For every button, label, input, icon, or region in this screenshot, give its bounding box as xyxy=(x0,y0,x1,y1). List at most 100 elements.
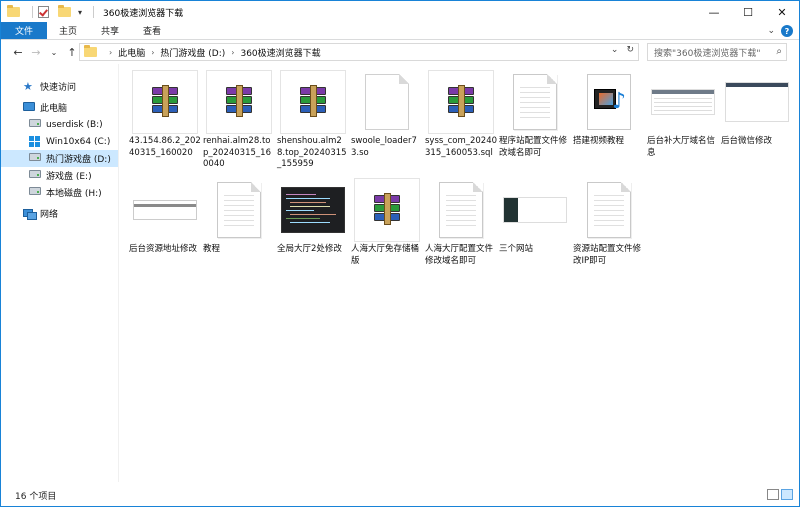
text-document-icon xyxy=(502,70,568,134)
file-name: shenshou.alm28.top_20240315_155959 xyxy=(277,136,347,169)
ribbon-tabs: 文件 主页 共享 查看 ⌄ ? xyxy=(1,22,799,40)
file-item[interactable]: 43.154.86.2_20240315_160020 xyxy=(129,70,201,170)
file-name: 后台补大厅域名信息 xyxy=(647,136,716,158)
expand-ribbon-icon[interactable]: ⌄ xyxy=(767,26,775,36)
file-name: 三个网站 xyxy=(499,244,534,254)
properties-icon[interactable] xyxy=(38,5,52,19)
file-name: 人海大厅免存储桶版 xyxy=(351,244,420,266)
sidebar-item-drive-e[interactable]: 游戏盘 (E:) xyxy=(1,167,118,184)
breadcrumb-this-pc[interactable]: 此电脑 xyxy=(118,46,145,59)
file-item[interactable]: swoole_loader73.so xyxy=(351,70,423,170)
file-item[interactable]: ♪ 搭建视频教程 xyxy=(573,70,645,170)
item-count: 16 个项目 xyxy=(15,492,57,502)
pc-icon xyxy=(23,102,35,111)
text-document-icon xyxy=(206,178,272,242)
screenshot-thumbnail xyxy=(724,70,790,134)
large-icons-view-button[interactable] xyxy=(781,489,793,500)
drive-icon xyxy=(29,119,41,127)
file-item[interactable]: 人海大厅免存储桶版 xyxy=(351,178,423,278)
search-placeholder: 搜索"360极速浏览器下载" xyxy=(654,48,761,59)
navigation-pane: ★ 快速访问 此电脑 userdisk (B:) Win10x64 (C:) 热… xyxy=(1,64,119,482)
details-view-button[interactable] xyxy=(767,489,779,500)
close-button[interactable]: ✕ xyxy=(765,1,799,23)
winrar-archive-icon xyxy=(428,70,494,134)
file-item[interactable]: 人海大厅配置文件修改域名即可 xyxy=(425,178,497,278)
folder-icon xyxy=(7,5,21,19)
file-name: 资源站配置文件修改IP即可 xyxy=(573,244,642,266)
text-document-icon xyxy=(576,178,642,242)
star-icon: ★ xyxy=(23,80,33,93)
winrar-archive-icon xyxy=(132,70,198,134)
status-bar: 16 个项目 xyxy=(1,485,799,506)
minimize-button[interactable]: — xyxy=(697,1,731,23)
address-bar[interactable]: › 此电脑 › 热门游戏盘 (D:) › 360极速浏览器下载 ⌄ ↻ xyxy=(79,43,639,61)
file-item[interactable]: 全局大厅2处修改 xyxy=(277,178,349,278)
code-screenshot-thumbnail xyxy=(280,178,346,242)
search-icon: ⌕ xyxy=(776,46,782,57)
screenshot-thumbnail xyxy=(502,178,568,242)
file-item[interactable]: 程序站配置文件修改域名即可 xyxy=(499,70,571,170)
quick-access-toolbar: ▾ xyxy=(1,1,99,23)
screenshot-thumbnail xyxy=(650,70,716,134)
sidebar-item-this-pc[interactable]: 此电脑 xyxy=(1,99,118,116)
window-title: 360极速浏览器下载 xyxy=(103,8,184,19)
tab-home[interactable]: 主页 xyxy=(47,22,89,39)
file-name: 后台资源地址修改 xyxy=(129,244,198,254)
tab-share[interactable]: 共享 xyxy=(89,22,131,39)
text-document-icon xyxy=(428,178,494,242)
file-item[interactable]: syss_com_20240315_160053.sql xyxy=(425,70,497,170)
breadcrumb-current-folder[interactable]: 360极速浏览器下载 xyxy=(240,46,320,59)
sidebar-item-network[interactable]: 网络 xyxy=(1,205,118,222)
video-file-icon: ♪ xyxy=(576,70,642,134)
file-list: 43.154.86.2_20240315_160020 renhai.alm28… xyxy=(121,64,799,482)
sidebar-item-drive-d[interactable]: 热门游戏盘 (D:) xyxy=(1,150,118,167)
new-folder-icon[interactable] xyxy=(58,5,72,19)
customize-toolbar-dropdown-icon[interactable]: ▾ xyxy=(78,8,82,17)
file-name: syss_com_20240315_160053.sql xyxy=(425,136,498,158)
file-name: 人海大厅配置文件修改域名即可 xyxy=(425,244,494,266)
file-name: 程序站配置文件修改域名即可 xyxy=(499,136,568,158)
tab-view[interactable]: 查看 xyxy=(131,22,173,39)
file-item[interactable]: 教程 xyxy=(203,178,275,278)
sidebar-item-win10x64-c[interactable]: Win10x64 (C:) xyxy=(1,133,118,150)
refresh-icon[interactable]: ↻ xyxy=(626,45,634,55)
drive-icon xyxy=(29,187,41,195)
winrar-archive-icon xyxy=(206,70,272,134)
sidebar-item-userdisk-b[interactable]: userdisk (B:) xyxy=(1,116,118,133)
drive-icon xyxy=(29,153,41,161)
file-name: swoole_loader73.so xyxy=(351,136,417,158)
drive-icon xyxy=(29,170,41,178)
sidebar-item-quick-access[interactable]: ★ 快速访问 xyxy=(1,78,118,95)
help-icon[interactable]: ? xyxy=(781,25,793,37)
search-input[interactable]: 搜索"360极速浏览器下载" ⌕ xyxy=(647,43,787,61)
file-item[interactable]: 资源站配置文件修改IP即可 xyxy=(573,178,645,278)
folder-icon xyxy=(84,45,97,57)
window-controls: — ☐ ✕ xyxy=(697,1,799,23)
file-item[interactable]: shenshou.alm28.top_20240315_155959 xyxy=(277,70,349,170)
windows-drive-icon xyxy=(29,136,40,147)
winrar-archive-icon xyxy=(354,178,420,242)
address-dropdown-icon[interactable]: ⌄ xyxy=(611,45,619,55)
maximize-button[interactable]: ☐ xyxy=(731,1,765,23)
file-item[interactable]: 三个网站 xyxy=(499,178,571,278)
file-name: 教程 xyxy=(203,244,221,254)
title-bar: ▾ 360极速浏览器下载 — ☐ ✕ xyxy=(1,1,799,23)
file-item[interactable]: 后台补大厅域名信息 xyxy=(647,70,719,170)
network-icon xyxy=(23,208,37,220)
file-item[interactable]: renhai.alm28.top_20240315_160040 xyxy=(203,70,275,170)
forward-button[interactable]: → xyxy=(27,44,45,62)
file-item[interactable]: 后台资源地址修改 xyxy=(129,178,201,278)
file-name: 全局大厅2处修改 xyxy=(277,244,342,254)
breadcrumb-drive-d[interactable]: 热门游戏盘 (D:) xyxy=(160,46,225,59)
screenshot-thumbnail xyxy=(132,178,198,242)
winrar-archive-icon xyxy=(280,70,346,134)
file-name: 后台微信修改 xyxy=(721,136,773,146)
recent-locations-button[interactable]: ⌄ xyxy=(45,44,63,62)
file-name: 搭建视频教程 xyxy=(573,136,625,146)
sidebar-item-drive-h[interactable]: 本地磁盘 (H:) xyxy=(1,184,118,201)
navigation-bar: ← → ⌄ ↑ › 此电脑 › 热门游戏盘 (D:) › 360极速浏览器下载 … xyxy=(1,41,799,64)
file-name: renhai.alm28.top_20240315_160040 xyxy=(203,136,271,169)
back-button[interactable]: ← xyxy=(9,44,27,62)
file-item[interactable]: 后台微信修改 xyxy=(721,70,793,170)
tab-file[interactable]: 文件 xyxy=(1,22,48,39)
